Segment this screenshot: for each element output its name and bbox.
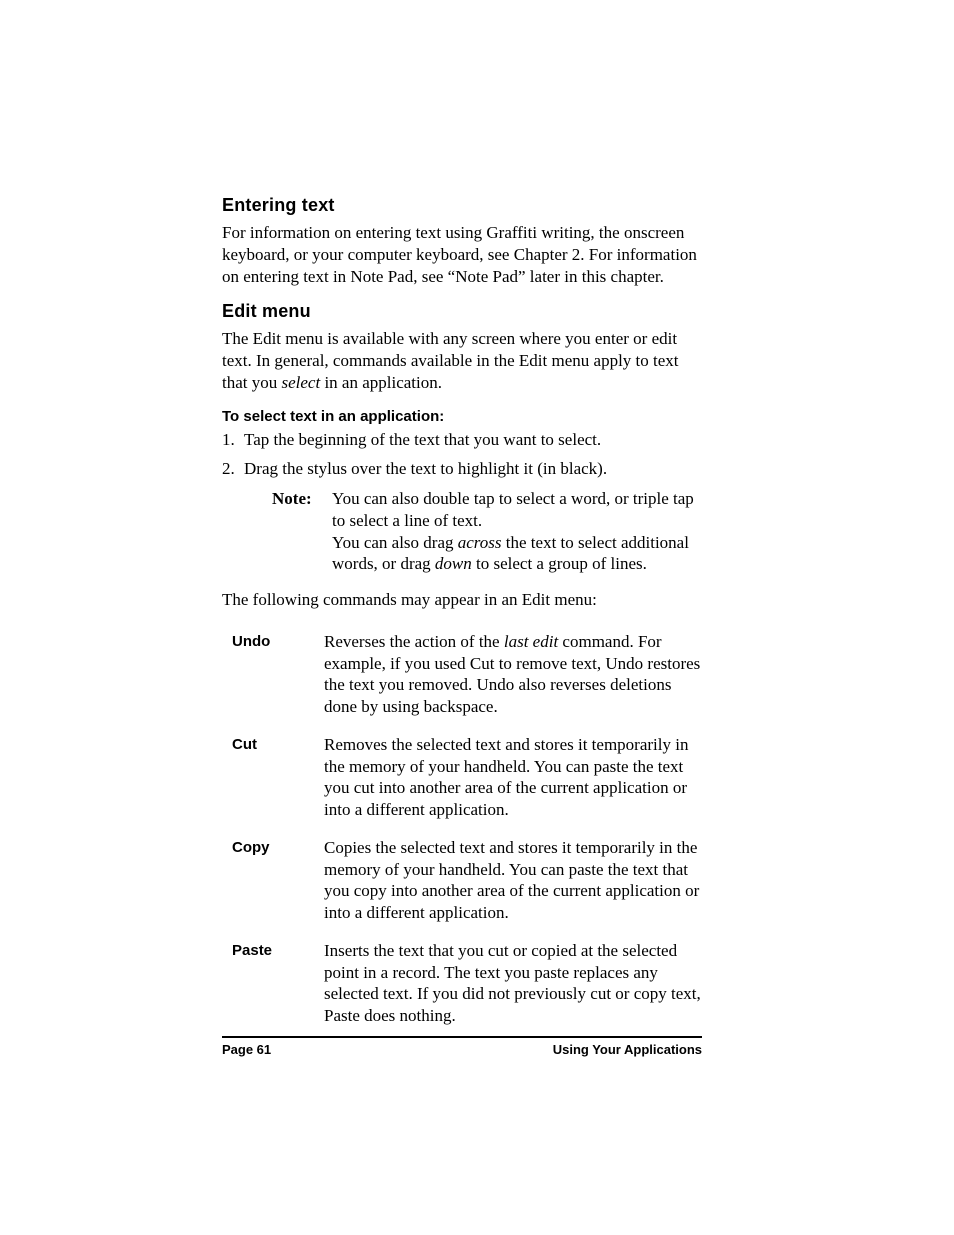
step-number: 1. xyxy=(222,429,244,451)
step-text: Drag the stylus over the text to highlig… xyxy=(244,459,607,478)
command-desc: Removes the selected text and stores it … xyxy=(324,734,702,821)
command-desc: Reverses the action of the last edit com… xyxy=(324,631,702,718)
page: Entering text For information on enterin… xyxy=(0,0,954,1235)
command-name: Cut xyxy=(232,734,324,821)
command-row-cut: Cut Removes the selected text and stores… xyxy=(232,734,702,821)
command-desc: Inserts the text that you cut or copied … xyxy=(324,940,702,1027)
command-desc: Copies the selected text and stores it t… xyxy=(324,837,702,924)
command-name: Copy xyxy=(232,837,324,924)
command-name: Paste xyxy=(232,940,324,1027)
step-1: 1.Tap the beginning of the text that you… xyxy=(222,429,702,451)
em-select: select xyxy=(282,373,321,392)
footer-rule xyxy=(222,1036,702,1038)
note-line-2: You can also drag across the text to sel… xyxy=(332,532,702,576)
footer-title: Using Your Applications xyxy=(553,1042,702,1057)
heading-edit-menu: Edit menu xyxy=(222,301,702,322)
command-row-undo: Undo Reverses the action of the last edi… xyxy=(232,631,702,718)
para-edit-menu-intro: The Edit menu is available with any scre… xyxy=(222,328,702,393)
note-line-1: You can also double tap to select a word… xyxy=(332,488,702,532)
command-row-copy: Copy Copies the selected text and stores… xyxy=(232,837,702,924)
note-block: Note: You can also double tap to select … xyxy=(272,488,702,575)
text: You can also drag xyxy=(332,533,458,552)
steps-list: 1.Tap the beginning of the text that you… xyxy=(222,429,702,481)
em-last-edit: last edit xyxy=(504,632,558,651)
note-body: You can also double tap to select a word… xyxy=(332,488,702,575)
text: in an application. xyxy=(320,373,442,392)
step-number: 2. xyxy=(222,458,244,480)
heading-entering-text: Entering text xyxy=(222,195,702,216)
commands-table: Undo Reverses the action of the last edi… xyxy=(232,631,702,1027)
em-down: down xyxy=(435,554,472,573)
note-label: Note: xyxy=(272,488,332,575)
em-across: across xyxy=(458,533,502,552)
para-followup: The following commands may appear in an … xyxy=(222,589,702,611)
command-name: Undo xyxy=(232,631,324,718)
step-text: Tap the beginning of the text that you w… xyxy=(244,430,601,449)
page-footer: Page 61 Using Your Applications xyxy=(222,1036,702,1057)
text: Reverses the action of the xyxy=(324,632,504,651)
footer-line: Page 61 Using Your Applications xyxy=(222,1042,702,1057)
step-2: 2.Drag the stylus over the text to highl… xyxy=(222,458,702,480)
command-row-paste: Paste Inserts the text that you cut or c… xyxy=(232,940,702,1027)
page-number: Page 61 xyxy=(222,1042,271,1057)
subheading-select-text: To select text in an application: xyxy=(222,408,702,425)
para-entering-text: For information on entering text using G… xyxy=(222,222,702,287)
text: to select a group of lines. xyxy=(472,554,647,573)
